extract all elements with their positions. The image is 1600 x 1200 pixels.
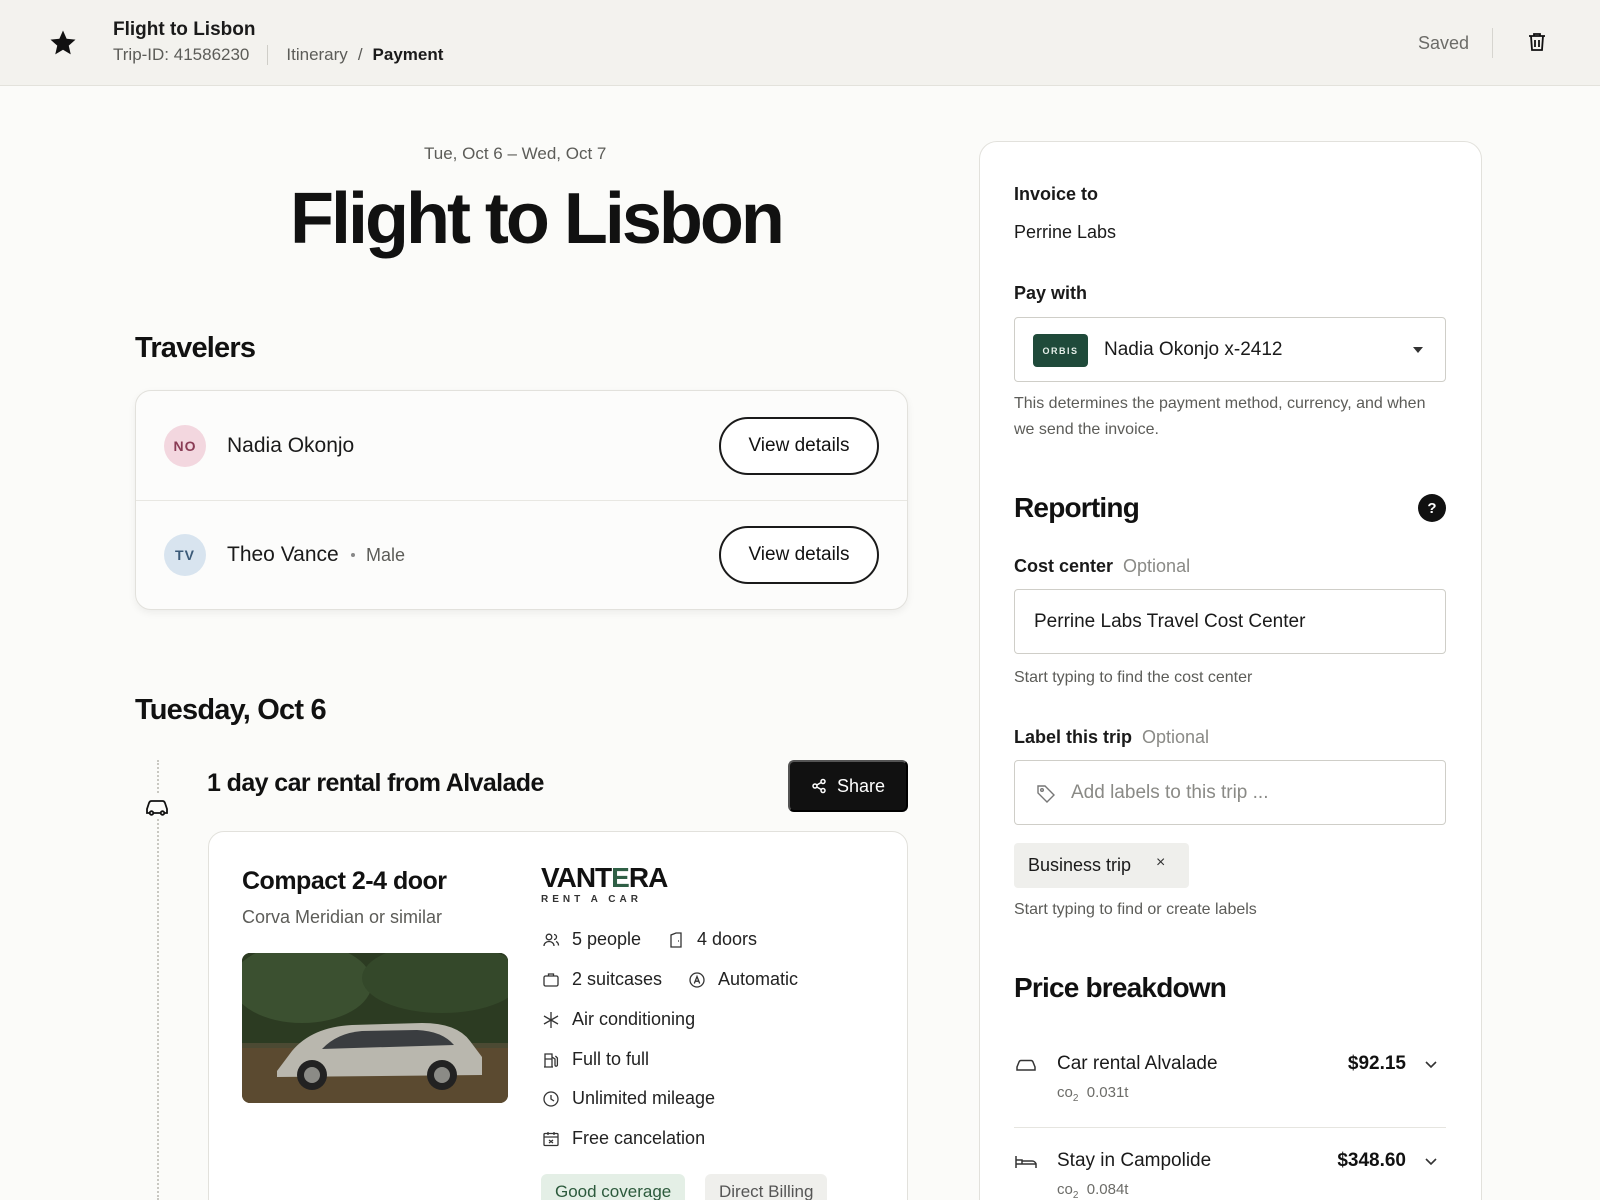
car-icon — [143, 794, 171, 818]
co2-value: co2 0.031t — [1057, 1084, 1129, 1104]
divider — [1492, 28, 1493, 58]
cost-center-help-text: Start typing to find the cost center — [1014, 669, 1253, 686]
feature-mileage: Unlimited mileage — [542, 1088, 715, 1109]
car-model: Corva Meridian or similar — [242, 907, 443, 927]
car-icon — [1016, 1059, 1036, 1071]
traveler-row: NO Nadia Okonjo View details — [136, 391, 907, 500]
suitcase-icon — [543, 972, 559, 987]
snowflake-icon — [543, 1011, 559, 1028]
chevron-down-icon — [1413, 347, 1423, 353]
invoice-label: Invoice to — [1014, 184, 1099, 204]
feature-ac: Air conditioning — [542, 1009, 695, 1030]
avatar: NO — [164, 424, 206, 467]
car-photo — [242, 953, 508, 1103]
travelers-card: NO Nadia Okonjo View details TV Theo Van… — [135, 390, 908, 610]
page-title: Flight to Lisbon — [290, 179, 785, 259]
trip-labels-placeholder: Add labels to this trip ... — [1071, 782, 1269, 803]
tag-icon — [1037, 785, 1055, 803]
share-button[interactable]: Share — [788, 760, 908, 812]
traveler-gender: Male — [366, 544, 406, 565]
avatar: TV — [164, 534, 206, 576]
share-label: Share — [836, 775, 886, 796]
car-class: Compact 2-4 door — [242, 867, 447, 895]
timeline-line — [157, 760, 159, 1200]
label-trip-label: Label this trip Optional — [1014, 727, 1210, 747]
rental-brand-logo: VANTERA RENT A CAR — [541, 862, 668, 905]
price-item-amount: $348.60 — [1337, 1150, 1406, 1171]
cost-center-input[interactable]: Perrine Labs Travel Cost Center — [1014, 589, 1446, 654]
labels-help-text: Start typing to find or create labels — [1014, 901, 1257, 918]
price-breakdown-heading: Price breakdown — [1014, 972, 1227, 1003]
event-title: 1 day car rental from Alvalade — [207, 769, 544, 797]
travelers-heading: Travelers — [135, 332, 256, 364]
day-heading: Tuesday, Oct 6 — [135, 694, 327, 726]
payment-method-value: Nadia Okonjo x-2412 — [1104, 339, 1283, 360]
pay-with-label: Pay with — [1014, 283, 1088, 303]
trip-dates: Tue, Oct 6 – Wed, Oct 7 — [424, 144, 607, 163]
close-icon[interactable]: × — [1156, 854, 1165, 872]
traveler-name: Nadia Okonjo — [227, 433, 355, 457]
label-chip: Business trip × — [1014, 843, 1189, 888]
chevron-down-icon[interactable] — [1424, 1154, 1438, 1168]
door-icon — [670, 931, 682, 948]
optional-tag: Optional — [1142, 727, 1210, 747]
bed-icon — [1015, 1156, 1037, 1168]
reporting-heading: Reporting — [1014, 492, 1140, 523]
traveler-row: TV Theo Vance Male View details — [136, 500, 907, 609]
trash-icon[interactable] — [1525, 30, 1549, 54]
cost-center-value: Perrine Labs Travel Cost Center — [1034, 611, 1306, 632]
share-icon — [812, 778, 826, 794]
traveler-name: Theo Vance — [227, 543, 339, 566]
price-item-name: Stay in Campolide — [1057, 1150, 1212, 1171]
price-row[interactable]: Stay in Campolide $348.60 co2 0.084t — [1014, 1127, 1446, 1200]
feature-fuel: Full to full — [542, 1049, 649, 1070]
invoice-value: Perrine Labs — [1014, 222, 1117, 242]
feature-cancelation: Free cancelation — [542, 1128, 705, 1149]
payment-help-text: This determines the payment method, curr… — [1014, 395, 1426, 438]
chip-label: Business trip — [1028, 855, 1132, 875]
feature-doors: 4 doors — [667, 929, 757, 950]
coverage-badge: Good coverage — [541, 1174, 686, 1200]
chevron-down-icon[interactable] — [1424, 1057, 1438, 1071]
breadcrumb-payment: Payment — [372, 45, 444, 64]
clock-icon — [543, 1090, 559, 1107]
payment-method-select[interactable]: ORBIS Nadia Okonjo x-2412 — [1014, 317, 1446, 382]
card-brand-logo: ORBIS — [1033, 334, 1088, 367]
top-bar: Flight to Lisbon Trip-ID: 41586230 Itine… — [0, 0, 1600, 86]
automatic-icon — [689, 971, 705, 988]
cost-center-label: Cost center Optional — [1014, 556, 1191, 576]
price-item-name: Car rental Alvalade — [1057, 1053, 1218, 1074]
separator-dot — [351, 553, 355, 557]
people-icon — [543, 933, 560, 946]
feature-transmission: Automatic — [688, 969, 798, 990]
calendar-icon — [543, 1131, 559, 1146]
saved-status: Saved — [1418, 33, 1470, 53]
breadcrumb: Trip-ID: 41586230 Itinerary / Payment — [113, 45, 443, 65]
feature-suitcases: 2 suitcases — [542, 969, 662, 990]
trip-labels-input[interactable]: Add labels to this trip ... — [1014, 760, 1446, 825]
feature-people: 5 people — [542, 929, 641, 950]
trip-id: Trip-ID: 41586230 — [113, 45, 250, 64]
co2-value: co2 0.084t — [1057, 1181, 1129, 1200]
fuel-icon — [544, 1052, 559, 1068]
view-details-button[interactable]: View details — [719, 416, 879, 475]
price-item-amount: $92.15 — [1347, 1053, 1406, 1074]
star-icon[interactable] — [48, 28, 78, 58]
billing-badge: Direct Billing — [705, 1174, 828, 1200]
optional-tag: Optional — [1123, 556, 1191, 576]
help-icon[interactable]: ? — [1418, 494, 1446, 522]
breadcrumb-itinerary[interactable]: Itinerary — [286, 45, 347, 65]
breadcrumb-separator: / — [357, 45, 363, 64]
view-details-button[interactable]: View details — [719, 526, 879, 584]
divider — [267, 45, 269, 65]
trip-title: Flight to Lisbon — [113, 19, 256, 40]
